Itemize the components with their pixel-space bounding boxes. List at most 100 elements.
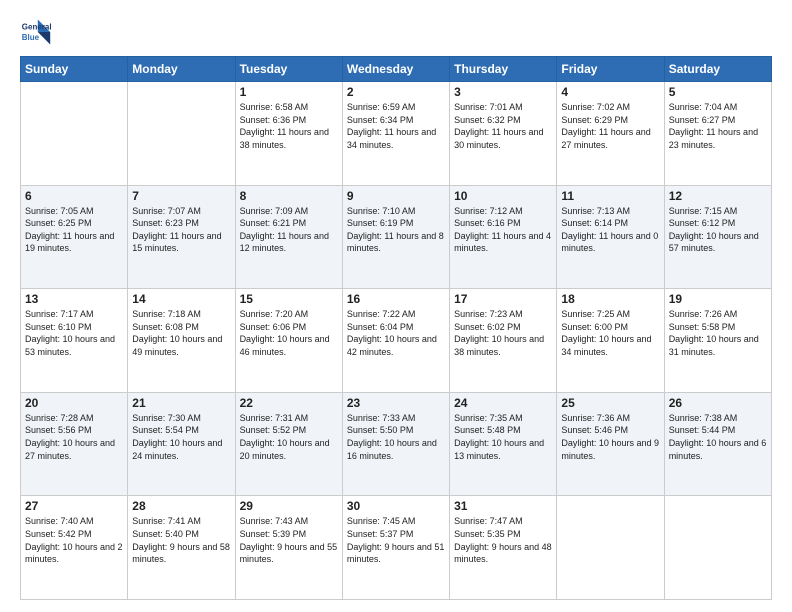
day-number: 15 — [240, 292, 338, 306]
day-number: 19 — [669, 292, 767, 306]
day-info: Sunrise: 7:38 AM Sunset: 5:44 PM Dayligh… — [669, 412, 767, 462]
calendar-cell: 1Sunrise: 6:58 AM Sunset: 6:36 PM Daylig… — [235, 82, 342, 186]
calendar-cell: 5 Sunrise: 7:04 AM Sunset: 6:27 PM Daylig… — [664, 82, 771, 186]
calendar-week-row: 27 Sunrise: 7:40 AM Sunset: 5:42 PM Dayli… — [21, 496, 772, 600]
day-info: Sunrise: 7:15 AM Sunset: 6:12 PM Dayligh… — [669, 205, 767, 255]
day-number: 29 — [240, 499, 338, 513]
day-info: Sunrise: 7:09 AM Sunset: 6:21 PM Dayligh… — [240, 205, 338, 255]
calendar-cell: 3Sunrise: 7:01 AM Sunset: 6:32 PM Daylig… — [450, 82, 557, 186]
day-number: 27 — [25, 499, 123, 513]
weekday-header: Monday — [128, 57, 235, 82]
day-number: 18 — [561, 292, 659, 306]
day-number: 13 — [25, 292, 123, 306]
day-info: Sunrise: 7:47 AM Sunset: 5:35 PM Dayligh… — [454, 515, 552, 565]
weekday-header: Friday — [557, 57, 664, 82]
calendar-cell: 4 Sunrise: 7:02 AM Sunset: 6:29 PM Daylig… — [557, 82, 664, 186]
day-info: Sunrise: 7:28 AM Sunset: 5:56 PM Dayligh… — [25, 412, 123, 462]
calendar-week-row: 20 Sunrise: 7:28 AM Sunset: 5:56 PM Dayli… — [21, 392, 772, 496]
calendar-cell: 11Sunrise: 7:13 AM Sunset: 6:14 PM Dayli… — [557, 185, 664, 289]
calendar-cell: 19 Sunrise: 7:26 AM Sunset: 5:58 PM Dayli… — [664, 289, 771, 393]
day-info: Sunrise: 7:35 AM Sunset: 5:48 PM Dayligh… — [454, 412, 552, 462]
day-info: Sunrise: 7:33 AM Sunset: 5:50 PM Dayligh… — [347, 412, 445, 462]
calendar-cell: 25Sunrise: 7:36 AM Sunset: 5:46 PM Dayli… — [557, 392, 664, 496]
day-number: 11 — [561, 189, 659, 203]
day-number: 3 — [454, 85, 552, 99]
day-info: Sunrise: 7:20 AM Sunset: 6:06 PM Dayligh… — [240, 308, 338, 358]
calendar-cell: 15 Sunrise: 7:20 AM Sunset: 6:06 PM Dayli… — [235, 289, 342, 393]
calendar-cell: 18 Sunrise: 7:25 AM Sunset: 6:00 PM Dayli… — [557, 289, 664, 393]
day-info: Sunrise: 7:26 AM Sunset: 5:58 PM Dayligh… — [669, 308, 767, 358]
day-number: 30 — [347, 499, 445, 513]
calendar-cell: 17 Sunrise: 7:23 AM Sunset: 6:02 PM Dayli… — [450, 289, 557, 393]
day-number: 17 — [454, 292, 552, 306]
calendar-cell: 8 Sunrise: 7:09 AM Sunset: 6:21 PM Daylig… — [235, 185, 342, 289]
calendar-cell: 6 Sunrise: 7:05 AM Sunset: 6:25 PM Daylig… — [21, 185, 128, 289]
day-info: Sunrise: 6:59 AM Sunset: 6:34 PM Dayligh… — [347, 101, 445, 151]
calendar-cell: 28 Sunrise: 7:41 AM Sunset: 5:40 PM Dayli… — [128, 496, 235, 600]
calendar-cell: 22Sunrise: 7:31 AM Sunset: 5:52 PM Dayli… — [235, 392, 342, 496]
calendar-cell — [664, 496, 771, 600]
day-info: Sunrise: 6:58 AM Sunset: 6:36 PM Dayligh… — [240, 101, 338, 151]
calendar-cell: 30 Sunrise: 7:45 AM Sunset: 5:37 PM Dayli… — [342, 496, 449, 600]
calendar-cell: 29 Sunrise: 7:43 AM Sunset: 5:39 PM Dayli… — [235, 496, 342, 600]
day-info: Sunrise: 7:36 AM Sunset: 5:46 PM Dayligh… — [561, 412, 659, 462]
calendar-cell: 14Sunrise: 7:18 AM Sunset: 6:08 PM Dayli… — [128, 289, 235, 393]
day-info: Sunrise: 7:17 AM Sunset: 6:10 PM Dayligh… — [25, 308, 123, 358]
day-number: 9 — [347, 189, 445, 203]
calendar-cell: 2Sunrise: 6:59 AM Sunset: 6:34 PM Daylig… — [342, 82, 449, 186]
day-number: 16 — [347, 292, 445, 306]
logo: General Blue — [20, 16, 52, 48]
day-info: Sunrise: 7:41 AM Sunset: 5:40 PM Dayligh… — [132, 515, 230, 565]
day-info: Sunrise: 7:05 AM Sunset: 6:25 PM Dayligh… — [25, 205, 123, 255]
day-info: Sunrise: 7:18 AM Sunset: 6:08 PM Dayligh… — [132, 308, 230, 358]
day-number: 7 — [132, 189, 230, 203]
calendar-cell: 13 Sunrise: 7:17 AM Sunset: 6:10 PM Dayli… — [21, 289, 128, 393]
day-number: 4 — [561, 85, 659, 99]
day-info: Sunrise: 7:07 AM Sunset: 6:23 PM Dayligh… — [132, 205, 230, 255]
svg-text:Blue: Blue — [22, 33, 40, 42]
page: General Blue SundayMondayTuesdayWednesda… — [0, 0, 792, 612]
day-number: 8 — [240, 189, 338, 203]
day-number: 23 — [347, 396, 445, 410]
calendar-cell — [128, 82, 235, 186]
day-number: 24 — [454, 396, 552, 410]
weekday-header: Saturday — [664, 57, 771, 82]
day-info: Sunrise: 7:25 AM Sunset: 6:00 PM Dayligh… — [561, 308, 659, 358]
day-number: 21 — [132, 396, 230, 410]
calendar-cell: 20 Sunrise: 7:28 AM Sunset: 5:56 PM Dayli… — [21, 392, 128, 496]
day-number: 20 — [25, 396, 123, 410]
calendar-table: SundayMondayTuesdayWednesdayThursdayFrid… — [20, 56, 772, 600]
calendar-cell: 10Sunrise: 7:12 AM Sunset: 6:16 PM Dayli… — [450, 185, 557, 289]
calendar-cell: 24 Sunrise: 7:35 AM Sunset: 5:48 PM Dayli… — [450, 392, 557, 496]
day-info: Sunrise: 7:43 AM Sunset: 5:39 PM Dayligh… — [240, 515, 338, 565]
calendar-week-row: 13 Sunrise: 7:17 AM Sunset: 6:10 PM Dayli… — [21, 289, 772, 393]
day-number: 31 — [454, 499, 552, 513]
calendar-cell: 21 Sunrise: 7:30 AM Sunset: 5:54 PM Dayli… — [128, 392, 235, 496]
day-info: Sunrise: 7:30 AM Sunset: 5:54 PM Dayligh… — [132, 412, 230, 462]
calendar-cell: 23 Sunrise: 7:33 AM Sunset: 5:50 PM Dayli… — [342, 392, 449, 496]
calendar-week-row: 1Sunrise: 6:58 AM Sunset: 6:36 PM Daylig… — [21, 82, 772, 186]
weekday-header: Wednesday — [342, 57, 449, 82]
day-number: 6 — [25, 189, 123, 203]
calendar-cell — [557, 496, 664, 600]
calendar-cell: 26Sunrise: 7:38 AM Sunset: 5:44 PM Dayli… — [664, 392, 771, 496]
calendar-cell: 9 Sunrise: 7:10 AM Sunset: 6:19 PM Daylig… — [342, 185, 449, 289]
weekday-header: Sunday — [21, 57, 128, 82]
day-info: Sunrise: 7:10 AM Sunset: 6:19 PM Dayligh… — [347, 205, 445, 255]
day-number: 28 — [132, 499, 230, 513]
day-info: Sunrise: 7:45 AM Sunset: 5:37 PM Dayligh… — [347, 515, 445, 565]
day-info: Sunrise: 7:23 AM Sunset: 6:02 PM Dayligh… — [454, 308, 552, 358]
logo-icon: General Blue — [20, 16, 52, 48]
day-number: 5 — [669, 85, 767, 99]
weekday-header: Thursday — [450, 57, 557, 82]
day-info: Sunrise: 7:02 AM Sunset: 6:29 PM Dayligh… — [561, 101, 659, 151]
calendar-header-row: SundayMondayTuesdayWednesdayThursdayFrid… — [21, 57, 772, 82]
day-info: Sunrise: 7:40 AM Sunset: 5:42 PM Dayligh… — [25, 515, 123, 565]
calendar-cell: 16Sunrise: 7:22 AM Sunset: 6:04 PM Dayli… — [342, 289, 449, 393]
weekday-header: Tuesday — [235, 57, 342, 82]
header: General Blue — [20, 16, 772, 48]
day-info: Sunrise: 7:04 AM Sunset: 6:27 PM Dayligh… — [669, 101, 767, 151]
calendar-cell: 31 Sunrise: 7:47 AM Sunset: 5:35 PM Dayli… — [450, 496, 557, 600]
calendar-cell: 27 Sunrise: 7:40 AM Sunset: 5:42 PM Dayli… — [21, 496, 128, 600]
calendar-cell — [21, 82, 128, 186]
